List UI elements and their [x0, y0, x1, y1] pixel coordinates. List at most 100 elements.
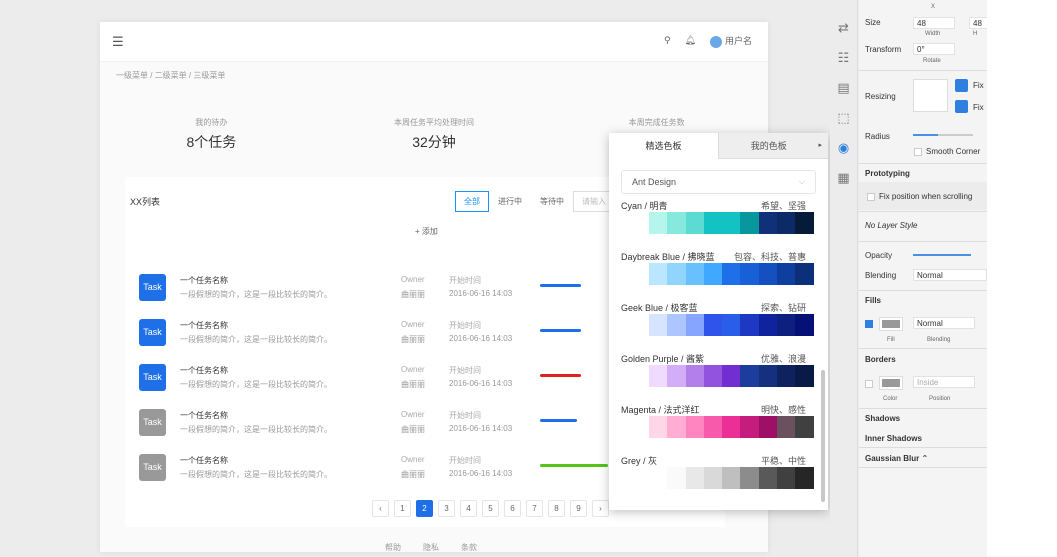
filter-all[interactable]: 全部 [455, 191, 489, 212]
smooth-corners-checkbox[interactable] [914, 148, 922, 156]
color-swatch[interactable] [758, 416, 778, 438]
page-button[interactable]: 3 [438, 500, 455, 517]
rotate-input[interactable]: 0° [913, 43, 955, 55]
color-swatch[interactable] [758, 314, 778, 336]
palette-icon[interactable]: ◉ [830, 133, 857, 163]
color-swatch[interactable] [777, 365, 796, 387]
opacity-slider[interactable] [913, 254, 971, 256]
color-swatch[interactable] [649, 416, 668, 438]
page-button[interactable]: 4 [460, 500, 477, 517]
color-swatch[interactable] [740, 467, 759, 489]
color-swatch[interactable] [740, 212, 759, 234]
color-swatch[interactable] [703, 416, 723, 438]
tab-my-palettes[interactable]: 我的色板 ▸ [718, 133, 828, 159]
fix-width-toggle[interactable] [955, 79, 968, 92]
color-swatch[interactable] [777, 467, 796, 489]
add-button[interactable]: + 添加 [415, 226, 438, 237]
search-icon[interactable]: ⚲ [664, 35, 671, 46]
page-button[interactable]: 1 [394, 500, 411, 517]
fill-blending-select[interactable]: Normal [913, 317, 975, 329]
color-swatch[interactable] [740, 263, 759, 285]
gaussian-blur-select[interactable]: Gaussian Blur ⌃ [865, 454, 928, 463]
color-swatch[interactable] [795, 263, 814, 285]
task-name[interactable]: 一个任务名称 [180, 410, 228, 421]
color-swatch[interactable] [667, 467, 686, 489]
tab-featured-palettes[interactable]: 精选色板 [609, 133, 718, 159]
inner-shadows-header[interactable]: Inner Shadows [865, 434, 922, 443]
footer-link-privacy[interactable]: 隐私 [423, 542, 439, 553]
color-swatch[interactable] [722, 416, 741, 438]
color-swatch[interactable] [795, 314, 814, 336]
color-swatch[interactable] [649, 212, 668, 234]
fix-position-checkbox[interactable] [867, 193, 875, 201]
bell-icon[interactable]: 🔔︎ [685, 35, 696, 46]
task-name[interactable]: 一个任务名称 [180, 320, 228, 331]
color-swatch[interactable] [667, 212, 686, 234]
color-swatch[interactable] [722, 365, 741, 387]
color-swatch[interactable] [740, 416, 759, 438]
shadows-header[interactable]: Shadows [865, 414, 900, 423]
scrollbar[interactable] [821, 370, 825, 502]
fill-checkbox[interactable] [865, 320, 873, 328]
next-page-button[interactable]: › [592, 500, 609, 517]
color-swatch[interactable] [685, 365, 704, 387]
color-swatch[interactable] [685, 467, 704, 489]
user-menu[interactable]: 用户名 [709, 34, 752, 48]
width-input[interactable]: 48 [913, 17, 955, 29]
color-swatch[interactable] [777, 416, 796, 438]
color-swatch[interactable] [685, 212, 704, 234]
color-swatch[interactable] [795, 212, 814, 234]
color-swatch[interactable] [703, 467, 723, 489]
color-swatch[interactable] [703, 314, 723, 336]
color-swatch[interactable] [649, 365, 668, 387]
color-swatch[interactable] [795, 467, 814, 489]
border-checkbox[interactable] [865, 380, 873, 388]
color-swatch[interactable] [722, 212, 741, 234]
footer-link-help[interactable]: 帮助 [385, 542, 401, 553]
color-swatch[interactable] [777, 314, 796, 336]
color-swatch[interactable] [758, 467, 778, 489]
symbol-icon[interactable]: ⬚ [830, 103, 857, 133]
task-name[interactable]: 一个任务名称 [180, 275, 228, 286]
color-swatch[interactable] [777, 263, 796, 285]
color-swatch[interactable] [703, 212, 723, 234]
grid-icon[interactable]: ▦ [830, 163, 857, 193]
page-button[interactable]: 8 [548, 500, 565, 517]
color-swatch[interactable] [758, 212, 778, 234]
color-swatch[interactable] [667, 365, 686, 387]
color-swatch[interactable] [649, 467, 668, 489]
resizing-widget[interactable] [913, 79, 948, 112]
footer-link-terms[interactable]: 条款 [461, 542, 477, 553]
border-position-select[interactable]: Inside [913, 376, 975, 388]
page-button[interactable]: 9 [570, 500, 587, 517]
color-swatch[interactable] [795, 416, 814, 438]
color-swatch[interactable] [685, 416, 704, 438]
color-swatch[interactable] [649, 263, 668, 285]
color-swatch[interactable] [740, 314, 759, 336]
color-swatch[interactable] [722, 467, 741, 489]
color-swatch[interactable] [722, 263, 741, 285]
color-swatch[interactable] [722, 314, 741, 336]
color-swatch[interactable] [703, 263, 723, 285]
color-swatch[interactable] [667, 263, 686, 285]
task-name[interactable]: 一个任务名称 [180, 455, 228, 466]
color-swatch[interactable] [777, 212, 796, 234]
border-color-swatch[interactable] [879, 376, 903, 390]
color-swatch[interactable] [795, 365, 814, 387]
color-swatch[interactable] [685, 314, 704, 336]
task-name[interactable]: 一个任务名称 [180, 365, 228, 376]
palette-select[interactable]: Ant Design ⌵ [621, 170, 816, 194]
blending-select[interactable]: Normal [913, 269, 987, 281]
filter-in-progress[interactable]: 进行中 [489, 191, 531, 212]
height-input[interactable]: 48 [969, 17, 987, 29]
color-swatch[interactable] [685, 263, 704, 285]
menu-icon[interactable]: ☰ [112, 34, 124, 50]
fill-color-swatch[interactable] [879, 317, 903, 331]
swap-icon[interactable]: ⇄ [830, 13, 857, 43]
prev-page-button[interactable]: ‹ [372, 500, 389, 517]
fix-height-toggle[interactable] [955, 100, 968, 113]
radius-slider[interactable] [913, 134, 973, 136]
layer-style-select[interactable]: No Layer Style [865, 221, 917, 230]
page-button[interactable]: 5 [482, 500, 499, 517]
color-swatch[interactable] [667, 314, 686, 336]
